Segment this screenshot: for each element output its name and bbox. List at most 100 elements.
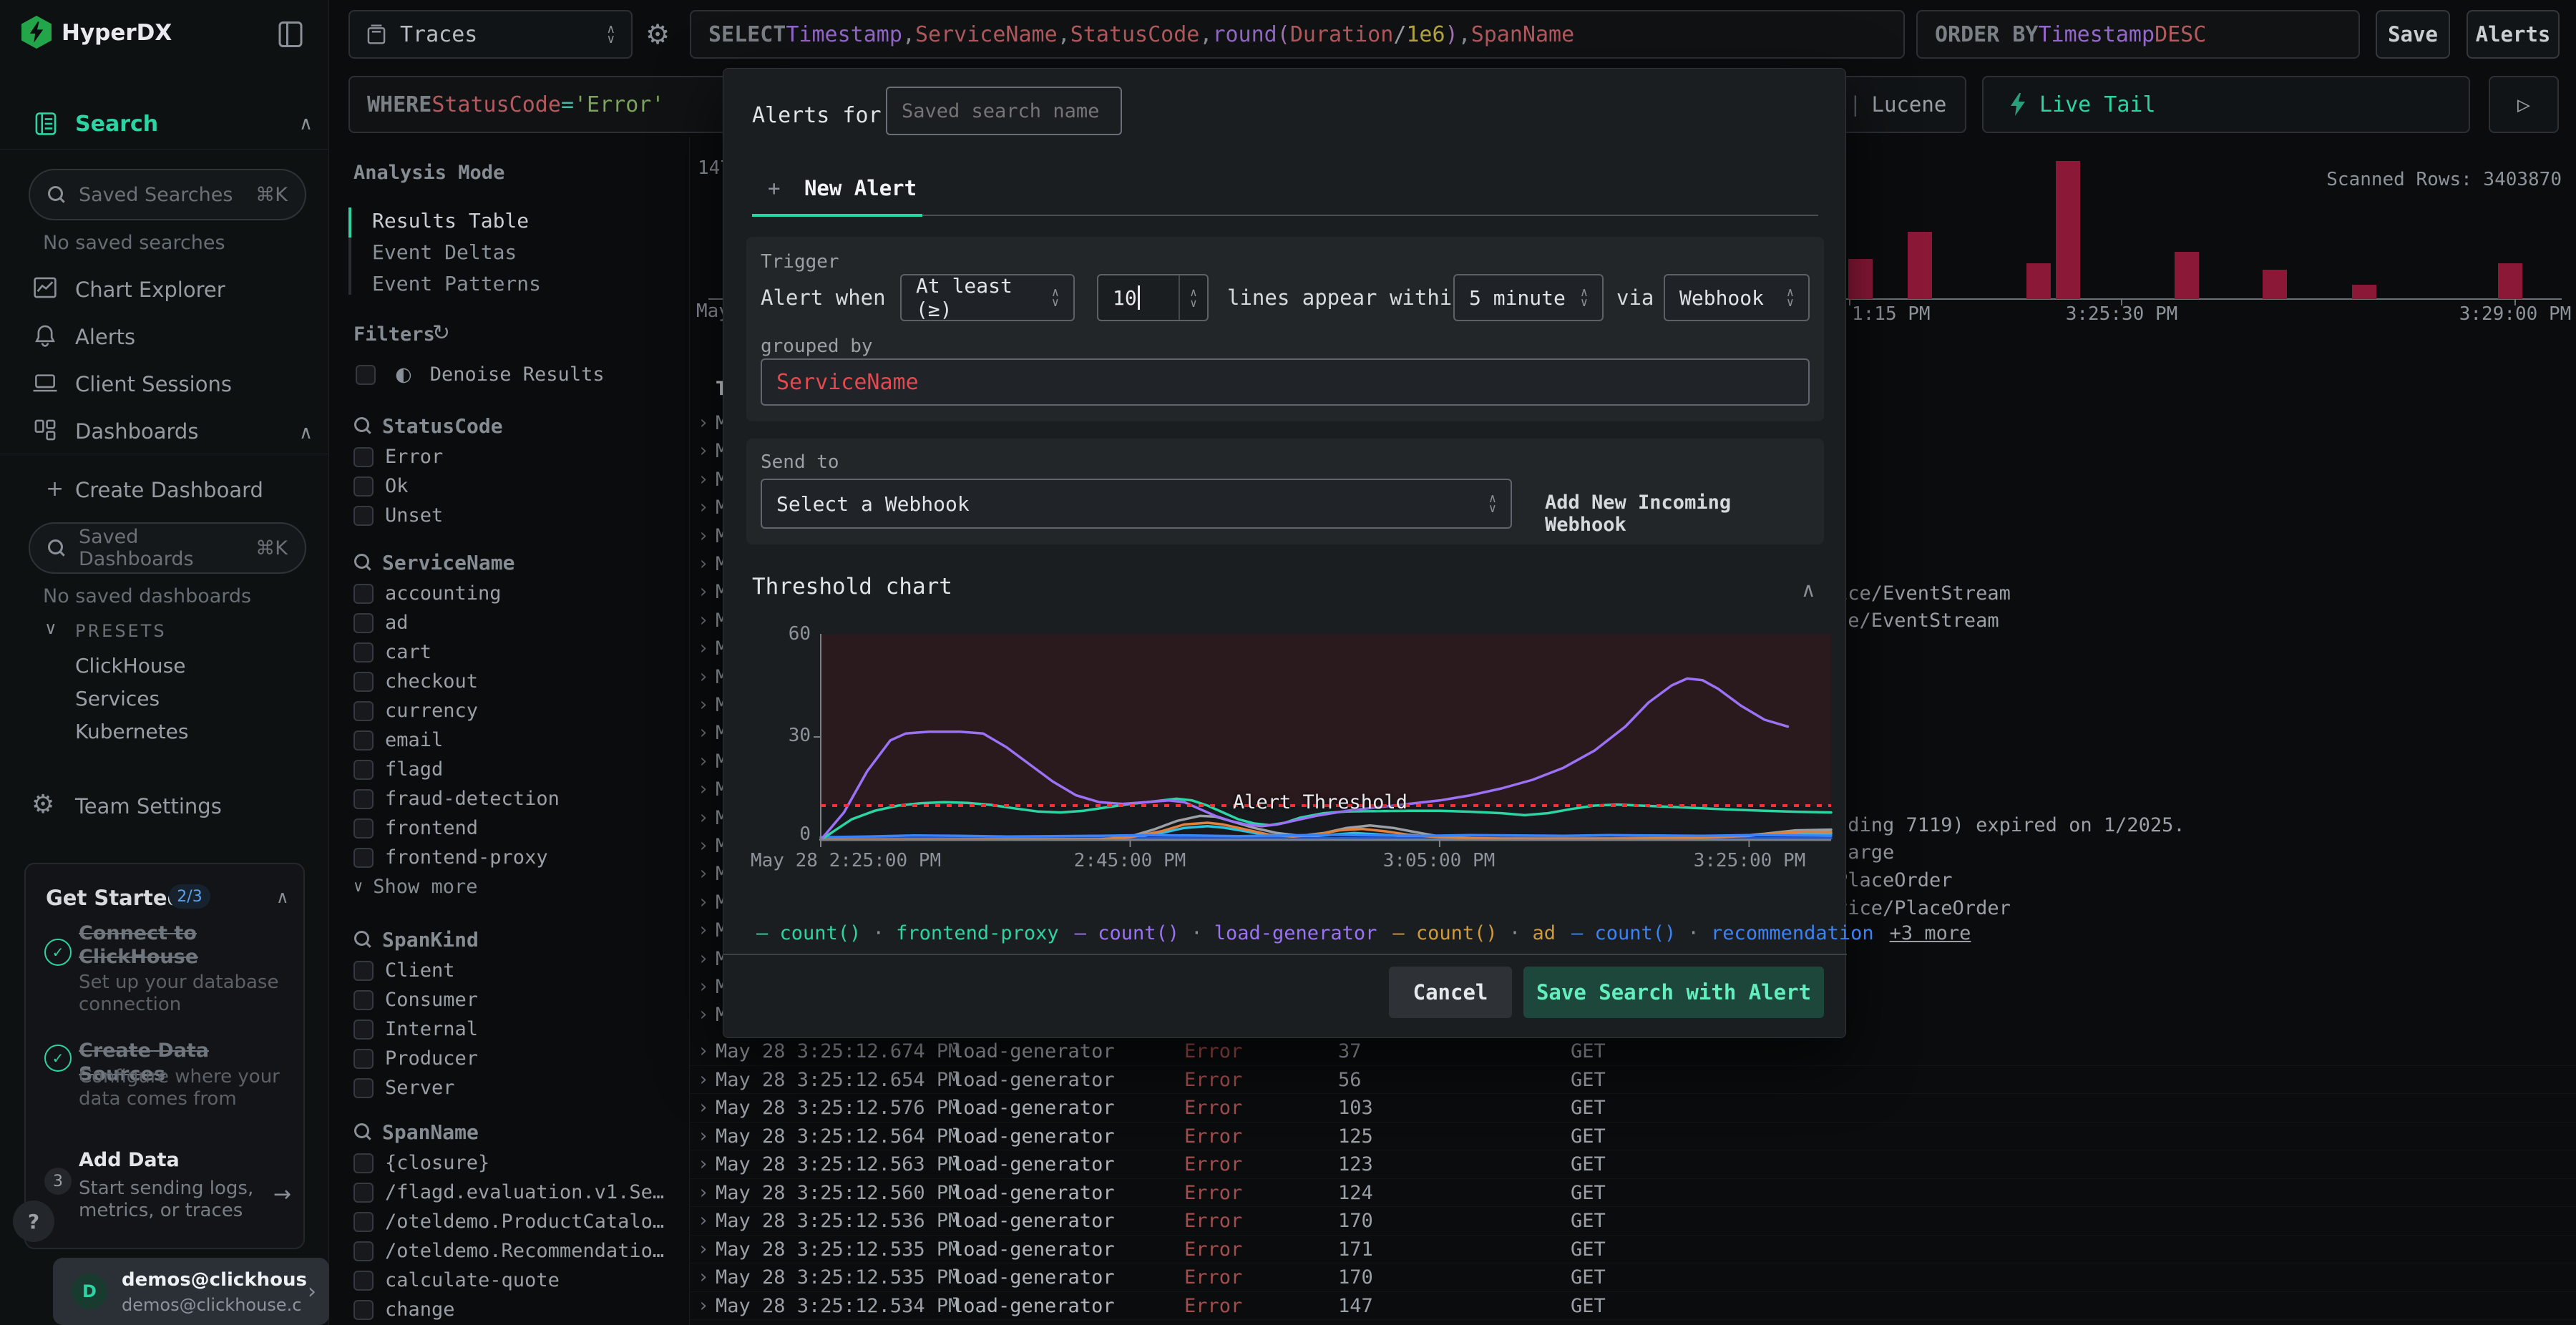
table-row[interactable]: › May 28 3:25:12.560 PM load-generator Erro…	[690, 1179, 2576, 1208]
legend-more-button[interactable]: +3 more	[1890, 922, 1971, 944]
row-expand-chevron-icon[interactable]: ›	[698, 663, 709, 691]
row-expand-chevron-icon[interactable]: ›	[698, 1263, 709, 1292]
filter-option[interactable]: flagd	[353, 755, 690, 784]
table-row[interactable]: › May 28 3:25:12.535 PM load-generator Erro…	[690, 1263, 2576, 1292]
mode-event-deltas[interactable]: Event Deltas	[372, 240, 517, 264]
row-expand-chevron-icon[interactable]: ›	[698, 804, 709, 832]
checkbox[interactable]	[353, 671, 374, 692]
chart-collapse-icon[interactable]: ∧	[1801, 578, 1816, 602]
saved-search-name-input[interactable]	[886, 87, 1122, 135]
row-expand-chevron-icon[interactable]: ›	[698, 776, 709, 803]
row-expand-chevron-icon[interactable]: ›	[698, 973, 709, 1001]
filter-option[interactable]: email	[353, 725, 690, 755]
legend-item[interactable]: — count() · ad	[1392, 922, 1556, 944]
presets-chevron-icon[interactable]: ∨	[44, 618, 57, 638]
row-expand-chevron-icon[interactable]: ›	[698, 1094, 709, 1123]
row-expand-chevron-icon[interactable]: ›	[698, 635, 709, 662]
save-search-with-alert-button[interactable]: Save Search with Alert	[1523, 967, 1824, 1018]
order-by-input[interactable]: ORDER BY Timestamp DESC	[1916, 10, 2360, 59]
add-webhook-button[interactable]: Add New Incoming Webhook	[1545, 492, 1824, 536]
threshold-value-input[interactable]: 10 ∧ ∨	[1097, 274, 1209, 321]
row-expand-chevron-icon[interactable]: ›	[698, 1001, 709, 1029]
search-collapse-chevron-icon[interactable]: ∧	[299, 113, 313, 135]
row-expand-chevron-icon[interactable]: ›	[698, 945, 709, 973]
sidebar-item-client-sessions[interactable]: Client Sessions	[75, 372, 232, 396]
row-expand-chevron-icon[interactable]: ›	[698, 916, 709, 944]
comparator-select[interactable]: At least (≥) ∧ ∨	[900, 274, 1075, 321]
row-expand-chevron-icon[interactable]: ›	[698, 1066, 709, 1095]
tab-new-alert[interactable]: + New Alert	[768, 176, 917, 200]
filter-option[interactable]: Producer	[353, 1044, 690, 1073]
filter-option[interactable]: checkout	[353, 667, 690, 696]
checkbox[interactable]	[353, 446, 374, 467]
preset-link-services[interactable]: Services	[75, 687, 160, 710]
checkbox[interactable]	[353, 1270, 374, 1291]
row-expand-chevron-icon[interactable]: ›	[698, 1292, 709, 1321]
filter-option[interactable]: Ok	[353, 471, 690, 501]
filter-option[interactable]: currency	[353, 696, 690, 725]
query-settings-gear-icon[interactable]: ⚙	[645, 19, 670, 50]
language-lucene[interactable]: Lucene	[1872, 92, 1947, 117]
filter-option[interactable]: /oteldemo.ProductCatalo…	[353, 1207, 690, 1236]
legend-item[interactable]: — count() · recommendation	[1571, 922, 1874, 944]
checkbox[interactable]	[353, 960, 374, 981]
checkbox[interactable]	[353, 989, 374, 1010]
checkbox[interactable]	[353, 612, 374, 633]
table-row[interactable]: › May 28 3:25:12.576 PM load-generator Erro…	[690, 1094, 2576, 1123]
cancel-button[interactable]: Cancel	[1389, 967, 1512, 1018]
channel-select[interactable]: Webhook ∧ ∨	[1664, 274, 1810, 321]
table-row[interactable]: › May 28 3:25:12.535 PM load-generator Erro…	[690, 1236, 2576, 1264]
row-expand-chevron-icon[interactable]: ›	[698, 607, 709, 635]
checkbox[interactable]	[353, 1019, 374, 1040]
checkbox[interactable]	[353, 1077, 374, 1098]
checkbox[interactable]	[353, 788, 374, 809]
arrow-right-icon[interactable]: →	[273, 1182, 291, 1207]
table-row[interactable]: › May 28 3:25:12.674 PM load-generator Erro…	[690, 1037, 2576, 1066]
table-row[interactable]: › May 28 3:25:12.536 PM load-generator Erro…	[690, 1207, 2576, 1236]
denoise-row[interactable]: ◐ Denoise Results	[356, 363, 605, 386]
filter-option[interactable]: Internal	[353, 1014, 690, 1044]
row-expand-chevron-icon[interactable]: ›	[698, 691, 709, 719]
row-expand-chevron-icon[interactable]: ›	[698, 578, 709, 606]
filter-option[interactable]: /flagd.evaluation.v1.Se…	[353, 1178, 690, 1207]
preset-link-kubernetes[interactable]: Kubernetes	[75, 720, 189, 743]
row-expand-chevron-icon[interactable]: ›	[698, 1037, 709, 1066]
filter-option[interactable]: Consumer	[353, 985, 690, 1014]
legend-item[interactable]: — count() · load-generator	[1075, 922, 1377, 944]
saved-dashboards-input[interactable]: Saved Dashboards ⌘K	[29, 522, 306, 574]
alerts-button[interactable]: Alerts	[2467, 10, 2560, 59]
row-expand-chevron-icon[interactable]: ›	[698, 522, 709, 550]
checkbox[interactable]	[353, 1182, 374, 1203]
sql-select-input[interactable]: SELECT Timestamp, ServiceName, StatusCode,…	[690, 10, 1905, 59]
filter-option[interactable]: Unset	[353, 501, 690, 530]
filter-option[interactable]: calculate-quote	[353, 1266, 690, 1295]
step-title[interactable]: Connect to ClickHouse	[79, 921, 265, 969]
filter-option[interactable]: Error	[353, 442, 690, 471]
filter-option[interactable]: frontend	[353, 813, 690, 843]
filter-option[interactable]: frontend-proxy	[353, 843, 690, 872]
help-button[interactable]: ?	[13, 1201, 54, 1242]
step-title[interactable]: Add Data	[79, 1149, 265, 1171]
sidebar-collapse-icon[interactable]	[278, 20, 303, 49]
checkbox[interactable]	[353, 1241, 374, 1261]
table-row[interactable]: › May 28 3:25:12.563 PM load-generator Erro…	[690, 1150, 2576, 1179]
filter-option[interactable]: Client	[353, 956, 690, 985]
checkbox[interactable]	[353, 1299, 374, 1320]
checkbox[interactable]	[353, 847, 374, 868]
filter-option[interactable]: ad	[353, 608, 690, 637]
dashboards-collapse-chevron-icon[interactable]: ∧	[299, 422, 313, 444]
row-expand-chevron-icon[interactable]: ›	[698, 409, 709, 437]
sidebar-item-team-settings[interactable]: Team Settings	[75, 794, 222, 818]
checkbox[interactable]	[353, 583, 374, 604]
table-row[interactable]: › May 28 3:25:12.654 PM load-generator Erro…	[690, 1066, 2576, 1095]
legend-item[interactable]: — count() · frontend-proxy	[756, 922, 1059, 944]
show-more-button[interactable]: ∨ Show more	[353, 872, 690, 901]
filter-option[interactable]: {closure}	[353, 1148, 690, 1178]
user-menu[interactable]: D demos@clickhouse.com demos@clickhouse.…	[53, 1258, 329, 1325]
table-row[interactable]: › May 28 3:25:12.564 PM load-generator Erro…	[690, 1123, 2576, 1151]
create-dashboard-button[interactable]: Create Dashboard	[75, 478, 263, 502]
checkbox[interactable]	[353, 759, 374, 780]
get-started-collapse-icon[interactable]: ∧	[276, 887, 289, 907]
live-tail-button[interactable]: Live Tail	[1982, 76, 2470, 133]
checkbox[interactable]	[353, 1211, 374, 1232]
